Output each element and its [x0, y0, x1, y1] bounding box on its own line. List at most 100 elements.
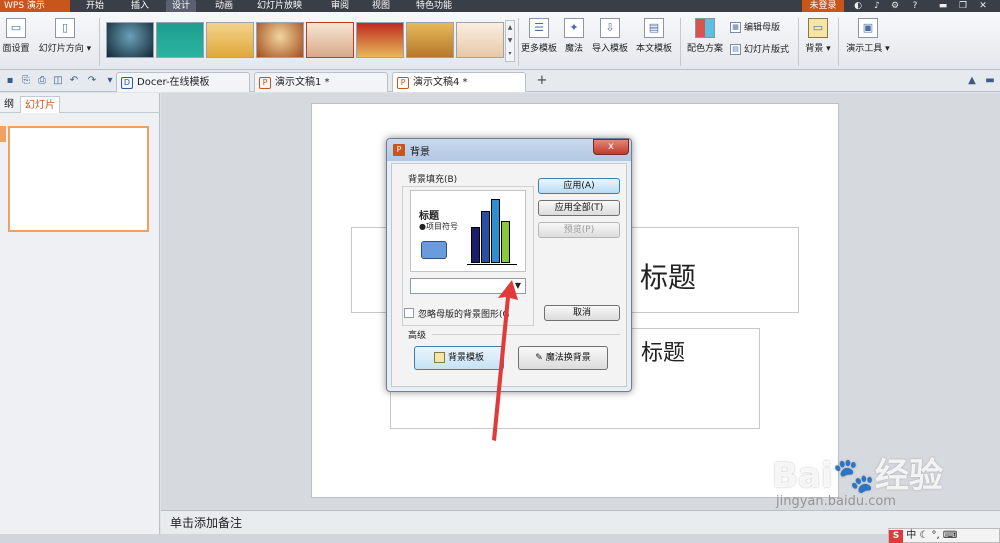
- template-thumb-5[interactable]: [306, 22, 354, 58]
- slide-layout-button[interactable]: ▤ 幻灯片版式: [730, 42, 789, 58]
- menu-item-insert[interactable]: 插入: [125, 0, 155, 12]
- undo-icon[interactable]: ↶: [68, 74, 80, 87]
- ime-mode-label: 中: [906, 530, 917, 541]
- tab-docer[interactable]: D Docer-在线模板: [116, 72, 250, 92]
- import-template-label: 导入模板: [591, 44, 628, 54]
- menu-item-start[interactable]: 开始: [80, 0, 110, 12]
- dialog-close-button[interactable]: x: [593, 139, 629, 155]
- ribbon-divider: [680, 18, 681, 66]
- preview-bar-2: [481, 211, 490, 263]
- restore-icon[interactable]: ❐: [956, 0, 970, 12]
- slide-layout-icon: ▤: [730, 44, 741, 55]
- presentation-tools-button[interactable]: ▣ 演示工具 ▾: [842, 12, 894, 54]
- chevron-down-icon: ▾: [823, 44, 831, 54]
- edit-master-button[interactable]: ▦ 编辑母版: [730, 20, 780, 36]
- preview-baseline: [467, 264, 517, 265]
- title-text: 标题: [640, 261, 697, 294]
- chevron-down-icon: ▾: [882, 44, 890, 54]
- template-thumb-8[interactable]: [456, 22, 504, 58]
- apply-all-button[interactable]: 应用全部(T): [538, 200, 620, 216]
- menu-item-review[interactable]: 审阅: [325, 0, 355, 12]
- background-template-icon: [433, 352, 445, 363]
- annotation-arrow: [492, 280, 518, 441]
- tab-slides[interactable]: 幻灯片: [20, 96, 60, 113]
- pin-icon[interactable]: ▲: [966, 74, 978, 87]
- color-scheme-button[interactable]: 配色方案: [685, 12, 725, 54]
- doc-minimize-icon[interactable]: ▬: [984, 74, 996, 87]
- template-thumb-1[interactable]: [106, 22, 154, 58]
- tab-document-1-label: 演示文稿1 *: [275, 77, 330, 88]
- new-tab-button[interactable]: +: [536, 74, 548, 87]
- background-button[interactable]: ▭ 背景 ▾: [802, 12, 834, 54]
- menu-item-features[interactable]: 特色功能: [410, 0, 458, 12]
- slide-direction-icon: ▯: [55, 18, 75, 38]
- skin-icon[interactable]: ◐: [851, 0, 865, 12]
- slide-direction-button[interactable]: ▯ 幻灯片方向 ▾: [36, 12, 94, 54]
- template-thumb-2[interactable]: [156, 22, 204, 58]
- redo-icon[interactable]: ↷: [86, 74, 98, 87]
- help-icon[interactable]: ?: [908, 0, 922, 12]
- ignore-master-checkbox[interactable]: [404, 308, 414, 318]
- template-thumb-3[interactable]: [206, 22, 254, 58]
- background-icon: ▭: [808, 18, 828, 38]
- tab-document-4[interactable]: P 演示文稿4 *: [392, 72, 526, 92]
- keyboard-icon: ⌨: [942, 530, 958, 541]
- slide-panel: 纲 幻灯片: [0, 93, 160, 543]
- feedback-icon[interactable]: ♪: [870, 0, 884, 12]
- sogou-icon: S: [889, 530, 903, 543]
- gallery-scroll[interactable]: ▲ ▼ ▾: [505, 20, 515, 62]
- menu-item-slideshow[interactable]: 幻灯片放映: [252, 0, 307, 12]
- magic-button[interactable]: ✦ 魔法: [562, 12, 586, 54]
- slide-thumbnail[interactable]: [8, 126, 149, 232]
- edit-master-label: 编辑母版: [744, 23, 781, 33]
- ribbon: ▭ 面设置 ▯ 幻灯片方向 ▾ ▲ ▼ ▾ ☰ 更多模板 ✦ 魔法 ⇩ 导入模板 ▤…: [0, 12, 1000, 70]
- advanced-label: 高级: [408, 331, 427, 341]
- background-preview: 标题 ●项目符号: [410, 190, 526, 272]
- print-icon[interactable]: ⎙: [36, 74, 48, 87]
- template-thumb-7[interactable]: [406, 22, 454, 58]
- menu-item-animation[interactable]: 动画: [209, 0, 239, 12]
- presentation-tools-icon: ▣: [858, 18, 878, 38]
- close-window-icon[interactable]: ✕: [976, 0, 990, 12]
- slide-panel-tabs: 纲 幻灯片: [0, 93, 160, 113]
- import-template-button[interactable]: ⇩ 导入模板: [590, 12, 630, 54]
- export-pdf-icon[interactable]: ⎘: [20, 74, 32, 87]
- ime-toolbar[interactable]: S 中 ☾ °, ⌨: [888, 528, 1000, 543]
- page-setup-button[interactable]: ▭ 面设置: [0, 12, 32, 54]
- template-doc-icon: ▤: [644, 18, 664, 38]
- subtitle-text: 标题: [641, 341, 686, 366]
- docer-icon: D: [121, 77, 133, 89]
- print-preview-icon[interactable]: ◫: [52, 74, 64, 87]
- customize-dropdown-icon[interactable]: ▾: [104, 74, 116, 87]
- minimize-icon[interactable]: ▬: [936, 0, 950, 12]
- menu-item-design[interactable]: 设计: [166, 0, 196, 12]
- settings-icon[interactable]: ⚙: [888, 0, 902, 12]
- more-templates-button[interactable]: ☰ 更多模板: [520, 12, 558, 54]
- fill-group-label: 背景填充(B): [408, 175, 458, 185]
- slide-direction-label: 幻灯片方向: [38, 44, 84, 54]
- preview-bar-4: [501, 221, 510, 263]
- apply-button[interactable]: 应用(A): [538, 178, 620, 194]
- app-menu-button[interactable]: WPS 演示: [0, 0, 70, 12]
- paw-icon: 🐾: [832, 456, 875, 496]
- page-setup-icon: ▭: [6, 18, 26, 38]
- status-bar: [0, 534, 1000, 543]
- watermark-brand: Bai🐾经验: [772, 456, 943, 496]
- cancel-button[interactable]: 取消: [544, 305, 620, 321]
- magic-background-button[interactable]: ✎ 魔法换背景: [518, 346, 608, 370]
- save-icon[interactable]: ▪: [4, 74, 16, 87]
- tab-outline[interactable]: 纲: [0, 96, 18, 113]
- dialog-titlebar[interactable]: P 背景 x: [387, 139, 631, 161]
- import-icon: ⇩: [600, 18, 620, 38]
- magic-wand-icon: ✦: [564, 18, 584, 38]
- more-templates-label: 更多模板: [520, 44, 557, 54]
- template-thumb-6[interactable]: [356, 22, 404, 58]
- tab-document-1[interactable]: P 演示文稿1 *: [254, 72, 388, 92]
- menu-item-view[interactable]: 视图: [366, 0, 396, 12]
- login-button[interactable]: 未登录: [802, 0, 844, 12]
- dialog-title: 背景: [410, 147, 430, 158]
- tab-document-4-label: 演示文稿4 *: [413, 77, 468, 88]
- preview-button[interactable]: 预览(P): [538, 222, 620, 238]
- this-template-button[interactable]: ▤ 本文模板: [634, 12, 674, 54]
- template-thumb-4[interactable]: [256, 22, 304, 58]
